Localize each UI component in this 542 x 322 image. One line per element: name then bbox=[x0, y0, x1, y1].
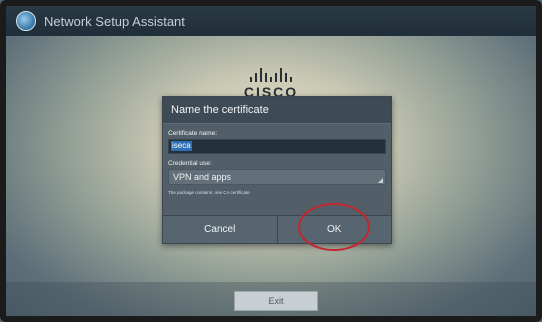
dropdown-corner-icon bbox=[378, 178, 383, 183]
network-globe-icon bbox=[16, 11, 36, 31]
package-note: The package contains: one CA certificate bbox=[168, 190, 250, 195]
cisco-bars-icon bbox=[238, 66, 304, 82]
exit-button[interactable]: Exit bbox=[234, 291, 318, 311]
certificate-name-input[interactable]: iseca bbox=[168, 139, 386, 154]
ok-button[interactable]: OK bbox=[276, 216, 391, 243]
credential-use-select[interactable]: VPN and apps bbox=[168, 169, 386, 185]
certificate-dialog: Name the certificate Certificate name: i… bbox=[162, 96, 392, 244]
certificate-name-label: Certificate name: bbox=[168, 130, 218, 137]
app-title: Network Setup Assistant bbox=[44, 13, 185, 29]
dialog-button-row: Cancel OK bbox=[163, 215, 391, 243]
credential-use-value: VPN and apps bbox=[173, 172, 232, 182]
title-bar: Network Setup Assistant bbox=[6, 6, 536, 36]
cancel-button[interactable]: Cancel bbox=[163, 216, 277, 243]
certificate-name-value: iseca bbox=[171, 141, 192, 151]
dialog-title: Name the certificate bbox=[163, 97, 391, 124]
credential-use-label: Credential use: bbox=[168, 160, 212, 167]
